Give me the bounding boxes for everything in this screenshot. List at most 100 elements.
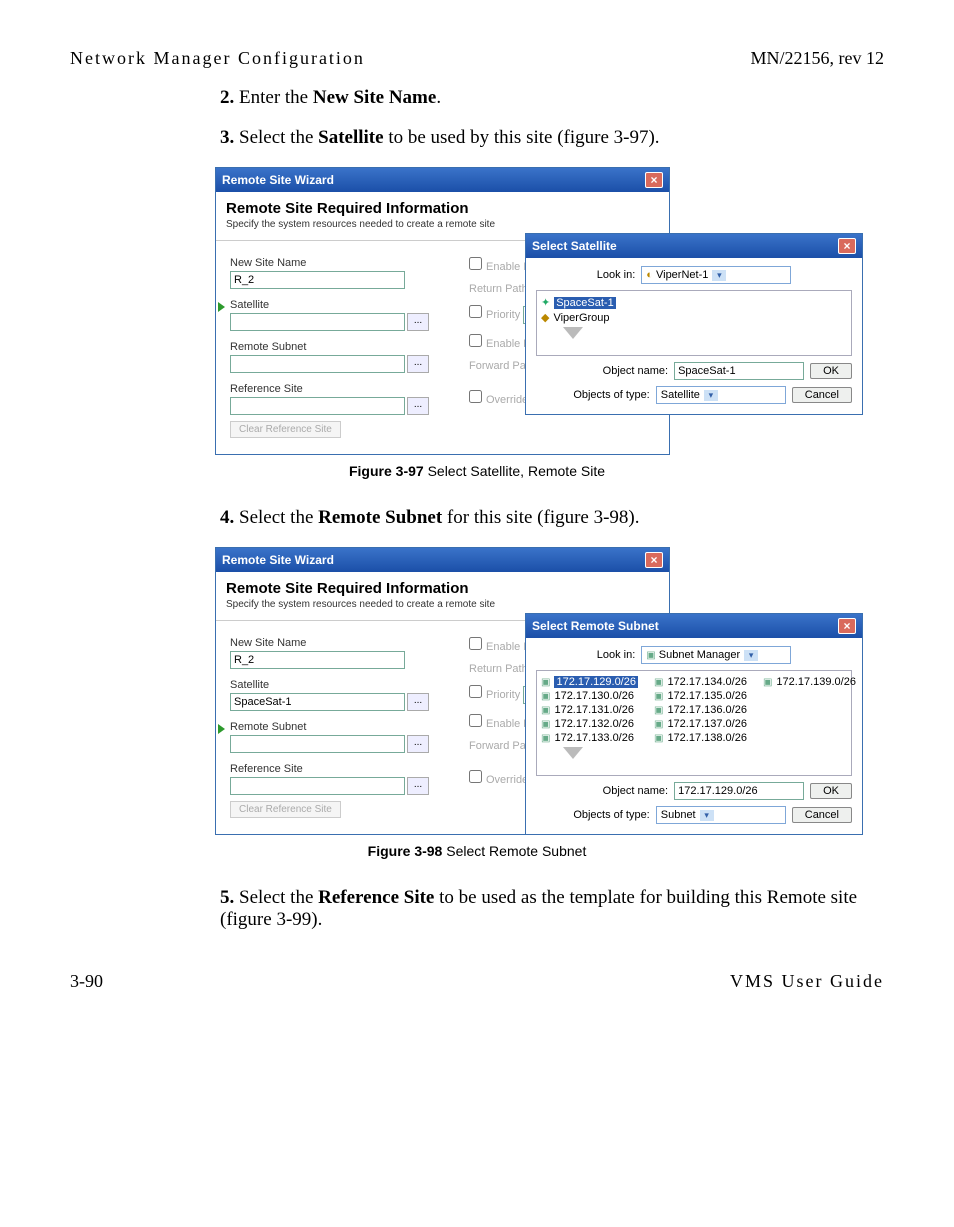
object-type-combo[interactable]: Satellite ▾ xyxy=(656,386,786,404)
remote-subnet-input[interactable] xyxy=(230,355,405,373)
list-item[interactable]: ▣172.17.134.0/26 xyxy=(654,675,747,689)
remote-subnet-browse-button[interactable]: ... xyxy=(407,355,429,373)
object-type-combo[interactable]: Subnet▾ xyxy=(656,806,786,824)
subnet-icon: ▣ xyxy=(654,719,663,730)
list-item[interactable]: ▣172.17.131.0/26 xyxy=(541,703,638,717)
group-icon: ◆ xyxy=(541,311,549,324)
list-item[interactable]: ▣172.17.133.0/26 xyxy=(541,731,638,745)
subnet-value: 172.17.129.0/26 xyxy=(554,676,638,688)
close-icon[interactable]: × xyxy=(645,172,663,188)
enable-point-checkbox[interactable] xyxy=(469,714,482,727)
satellite-input[interactable] xyxy=(230,693,405,711)
step-3-a: Select the xyxy=(234,127,318,148)
reference-site-input[interactable] xyxy=(230,777,405,795)
subnet-value: 172.17.134.0/26 xyxy=(667,676,747,688)
satellite-icon: ✦ xyxy=(541,296,550,309)
list-item[interactable]: ▣172.17.137.0/26 xyxy=(654,717,747,731)
remote-subnet-label: Remote Subnet xyxy=(230,341,435,353)
list-item[interactable]: ▣172.17.138.0/26 xyxy=(654,731,747,745)
subnet-icon: ▣ xyxy=(541,677,550,688)
step-3-b: Satellite xyxy=(318,127,383,148)
satellite-input[interactable] xyxy=(230,313,405,331)
priority-checkbox[interactable] xyxy=(469,685,482,698)
step-5-num: 5. xyxy=(220,887,234,908)
ok-button[interactable]: OK xyxy=(810,363,852,379)
reference-site-browse-button[interactable]: ... xyxy=(407,397,429,415)
step-5-a: Select the xyxy=(234,887,318,908)
chevron-down-icon[interactable]: ▾ xyxy=(712,270,726,281)
caption-98-rest: Select Remote Subnet xyxy=(442,843,586,859)
lookin-combo[interactable]: ◐ ViperNet-1 ▾ xyxy=(641,266,791,284)
figure-97-caption: Figure 3-97 Select Satellite, Remote Sit… xyxy=(70,463,884,479)
satellite-browse-button[interactable]: ... xyxy=(407,313,429,331)
reference-site-browse-button[interactable]: ... xyxy=(407,777,429,795)
lookin-label: Look in: xyxy=(597,649,636,661)
step-4-num: 4. xyxy=(220,507,234,528)
enable-point-checkbox[interactable] xyxy=(469,334,482,347)
reference-site-label: Reference Site xyxy=(230,763,435,775)
list-item[interactable]: ◆ ViperGroup xyxy=(541,310,847,325)
list-item[interactable]: ▣172.17.130.0/26 xyxy=(541,689,638,703)
subnet-icon: ▣ xyxy=(541,691,550,702)
object-name-input[interactable] xyxy=(674,362,804,380)
required-info-sub: Specify the system resources needed to c… xyxy=(226,599,659,610)
satellite-list[interactable]: ✦SpaceSat-1 ◆ ViperGroup xyxy=(536,290,852,356)
list-item[interactable]: ▣172.17.132.0/26 xyxy=(541,717,638,731)
triangle-icon xyxy=(218,302,225,312)
wizard-titlebar[interactable]: Remote Site Wizard × xyxy=(216,548,669,572)
chevron-down-icon[interactable]: ▾ xyxy=(700,810,714,821)
satellite-label: Satellite xyxy=(230,679,435,691)
list-item[interactable]: ✦SpaceSat-1 xyxy=(541,295,847,310)
clear-reference-button[interactable]: Clear Reference Site xyxy=(230,421,341,438)
close-icon[interactable]: × xyxy=(645,552,663,568)
wizard-titlebar[interactable]: Remote Site Wizard × xyxy=(216,168,669,192)
subnet-manager-icon: ▣ xyxy=(646,650,655,661)
override-checkbox[interactable] xyxy=(469,770,482,783)
step-2-a: Enter the xyxy=(234,87,313,108)
chevron-down-icon[interactable]: ▾ xyxy=(704,390,718,401)
subnet-value: 172.17.131.0/26 xyxy=(554,704,634,716)
ok-button[interactable]: OK xyxy=(810,783,852,799)
satellite-browse-button[interactable]: ... xyxy=(407,693,429,711)
cancel-button[interactable]: Cancel xyxy=(792,387,852,403)
reference-site-input[interactable] xyxy=(230,397,405,415)
close-icon[interactable]: × xyxy=(838,618,856,634)
required-info-title: Remote Site Required Information xyxy=(226,200,659,217)
remote-subnet-browse-button[interactable]: ... xyxy=(407,735,429,753)
close-icon[interactable]: × xyxy=(838,238,856,254)
new-site-label: New Site Name xyxy=(230,257,435,269)
list-item[interactable]: ▣172.17.136.0/26 xyxy=(654,703,747,717)
list-item[interactable]: ▣ 172.17.129.0/26 xyxy=(541,675,638,689)
step-5: 5. Select the Reference Site to be used … xyxy=(220,887,884,931)
step-4: 4. Select the Remote Subnet for this sit… xyxy=(220,507,884,529)
footer-right: VMS User Guide xyxy=(730,971,884,992)
step-4-c: for this site (figure 3-98). xyxy=(442,507,639,528)
item-vipergroup: ViperGroup xyxy=(553,312,609,324)
list-item[interactable]: ▣172.17.135.0/26 xyxy=(654,689,747,703)
lookin-combo[interactable]: ▣ Subnet Manager ▾ xyxy=(641,646,791,664)
enable-inband-checkbox[interactable] xyxy=(469,257,482,270)
subnet-icon: ▣ xyxy=(541,733,550,744)
new-site-label: New Site Name xyxy=(230,637,435,649)
arrow-down-icon xyxy=(563,327,583,339)
enable-inband-checkbox[interactable] xyxy=(469,637,482,650)
subnet-list[interactable]: ▣172.17.129.0/26 ▣172.17.134.0/26 ▣172.1… xyxy=(536,670,852,776)
object-name-input[interactable] xyxy=(674,782,804,800)
list-item[interactable]: ▣172.17.139.0/26 xyxy=(763,675,856,689)
priority-checkbox[interactable] xyxy=(469,305,482,318)
select-subnet-titlebar[interactable]: Select Remote Subnet × xyxy=(526,614,862,638)
object-type-value: Satellite xyxy=(661,389,700,401)
select-satellite-titlebar[interactable]: Select Satellite × xyxy=(526,234,862,258)
override-checkbox[interactable] xyxy=(469,390,482,403)
subnet-icon: ▣ xyxy=(654,705,663,716)
lookin-value: ViperNet-1 xyxy=(656,269,708,281)
required-info-sub: Specify the system resources needed to c… xyxy=(226,219,659,230)
select-remote-subnet-dialog: Select Remote Subnet × Look in: ▣ Subnet… xyxy=(525,613,863,835)
header-left: Network Manager Configuration xyxy=(70,48,365,69)
chevron-down-icon[interactable]: ▾ xyxy=(744,650,758,661)
new-site-input[interactable] xyxy=(230,651,405,669)
cancel-button[interactable]: Cancel xyxy=(792,807,852,823)
remote-subnet-input[interactable] xyxy=(230,735,405,753)
new-site-input[interactable] xyxy=(230,271,405,289)
clear-reference-button[interactable]: Clear Reference Site xyxy=(230,801,341,818)
